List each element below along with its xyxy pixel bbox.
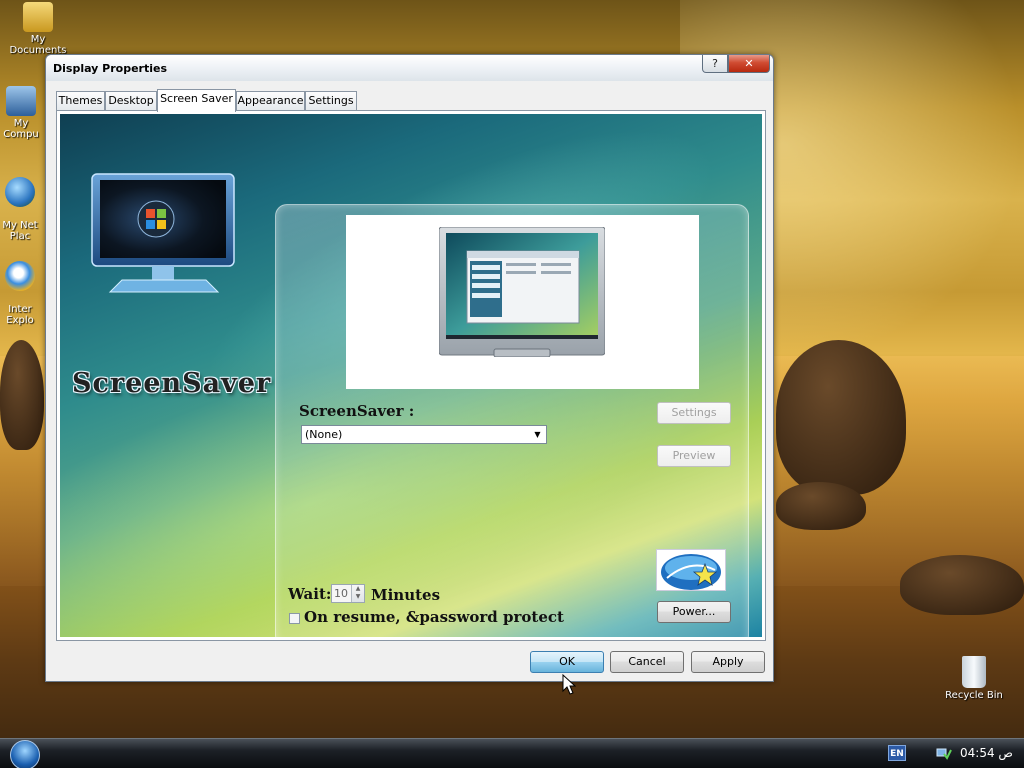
energy-star-icon	[661, 554, 721, 590]
apply-button[interactable]: Apply	[691, 651, 765, 673]
spinner-arrows-icon[interactable]: ▲ ▼	[351, 585, 364, 602]
settings-button[interactable]: Settings	[657, 402, 731, 424]
recycle-bin-icon	[962, 656, 986, 688]
tab-settings[interactable]: Settings	[305, 91, 357, 111]
desktop-icon-my-network[interactable]: My Net Plac	[0, 166, 44, 253]
display-properties-dialog: Display Properties ? ✕ Themes Desktop Sc…	[45, 54, 774, 682]
vista-background: ScreenSaver ScreenSaver: (None) ▼ Setti…	[60, 114, 762, 637]
start-button[interactable]	[10, 740, 46, 768]
desktop-icon-my-documents[interactable]: My Documents	[2, 2, 74, 56]
password-protect-checkbox[interactable]	[289, 613, 300, 624]
rock	[900, 555, 1024, 615]
preview-area	[346, 215, 699, 389]
cancel-button[interactable]: Cancel	[610, 651, 684, 673]
computer-icon	[6, 86, 36, 116]
title-bar[interactable]: Display Properties ? ✕	[46, 55, 773, 81]
tab-appearance[interactable]: Appearance	[236, 91, 305, 111]
desktop-icon-internet-explorer[interactable]: Inter Explo	[0, 250, 44, 337]
desktop-icon-label: My Documents	[9, 34, 67, 56]
rock	[776, 482, 866, 530]
preview-monitor	[439, 227, 605, 357]
language-indicator[interactable]: EN	[888, 745, 906, 761]
internet-explorer-icon	[5, 261, 35, 291]
wait-minutes-spinner[interactable]: 10 ▲ ▼	[331, 584, 365, 603]
tab-desktop[interactable]: Desktop	[105, 91, 157, 111]
desktop-icon-my-computer[interactable]: My Compu	[0, 86, 44, 140]
screensaver-dropdown-value: (None)	[305, 428, 343, 441]
desktop-icon-label: My Compu	[3, 118, 39, 140]
taskbar	[0, 738, 1024, 768]
wait-label: Wait:	[288, 585, 332, 603]
chevron-down-icon[interactable]: ▼	[531, 428, 544, 441]
network-tray-icon[interactable]	[936, 746, 952, 760]
tab-screen-saver[interactable]: Screen Saver	[157, 89, 236, 112]
power-button[interactable]: Power...	[657, 601, 731, 623]
clock[interactable]: 04:54 ص	[960, 746, 1013, 760]
screensaver-dropdown[interactable]: (None) ▼	[301, 425, 547, 444]
folder-icon	[23, 2, 53, 32]
network-icon	[5, 177, 35, 207]
monitor-illustration	[91, 173, 235, 293]
close-button[interactable]: ✕	[728, 55, 770, 73]
screensaver-brand-text: ScreenSaver	[72, 368, 272, 399]
ok-button[interactable]: OK	[530, 651, 604, 673]
desktop-icon-recycle-bin[interactable]: Recycle Bin	[938, 656, 1010, 701]
windows-logo-icon	[10, 740, 40, 768]
screensaver-label: ScreenSaver :	[299, 402, 415, 420]
tab-themes[interactable]: Themes	[56, 91, 105, 111]
rock	[776, 340, 906, 495]
energy-star-logo	[656, 549, 726, 591]
desktop-icon-label: Inter Explo	[6, 304, 34, 326]
dialog-title: Display Properties	[53, 62, 168, 75]
tab-panel: ScreenSaver ScreenSaver: (None) ▼ Setti…	[56, 110, 766, 641]
rock	[0, 340, 44, 450]
help-button[interactable]: ?	[702, 55, 728, 73]
settings-glass-panel: ScreenSaver : (None) ▼ Settings Preview …	[275, 204, 749, 637]
wait-minutes-value: 10	[334, 587, 348, 600]
desktop-icon-label: Recycle Bin	[945, 690, 1003, 701]
desktop-icon-label: My Net Plac	[2, 220, 38, 242]
mouse-cursor	[562, 674, 576, 695]
preview-button[interactable]: Preview	[657, 445, 731, 467]
minutes-label: Minutes	[371, 586, 441, 604]
password-protect-label: On resume, &password protect	[304, 608, 564, 626]
